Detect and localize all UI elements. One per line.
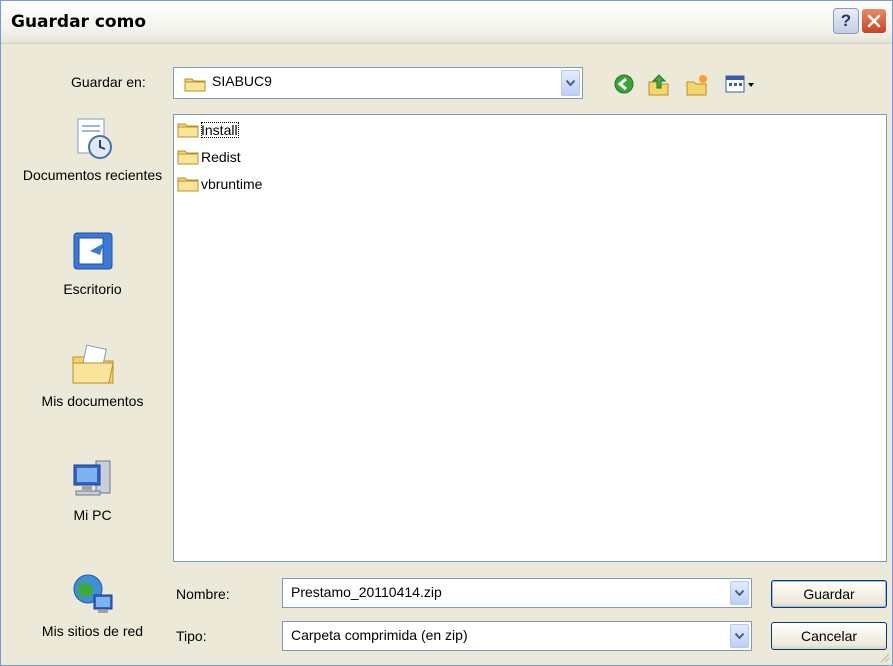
view-menu-icon[interactable] <box>725 73 757 95</box>
folder-icon <box>177 177 199 192</box>
folder-icon <box>177 123 199 138</box>
file-name: Install <box>201 122 239 138</box>
place-label: Escritorio <box>63 281 122 297</box>
chevron-down-icon <box>735 590 744 596</box>
file-name-dropdown-button[interactable] <box>730 581 749 605</box>
save-in-dropdown-button[interactable] <box>561 70 580 96</box>
folder-icon <box>184 78 206 92</box>
desktop-icon <box>73 232 112 270</box>
place-label: Mis sitios de red <box>41 623 144 639</box>
list-item[interactable]: Redist <box>177 147 241 167</box>
place-desktop[interactable]: Escritorio <box>20 229 165 299</box>
file-name-input[interactable]: Prestamo_20110414.zip <box>282 578 752 608</box>
file-type-dropdown-button[interactable] <box>730 624 749 648</box>
network-places-icon <box>73 574 112 613</box>
new-folder-icon[interactable] <box>685 73 709 97</box>
up-folder-icon[interactable] <box>647 73 671 97</box>
list-item[interactable]: Install <box>177 120 239 140</box>
file-name-label: Nombre: <box>176 586 230 602</box>
dialog-title: Guardar como <box>11 12 147 32</box>
my-computer-icon <box>73 460 110 496</box>
file-name: vbruntime <box>201 176 263 192</box>
place-my-documents[interactable]: Mis documentos <box>20 341 165 411</box>
help-button[interactable]: ? <box>833 8 859 34</box>
back-arrow-icon[interactable] <box>613 73 635 95</box>
save-button[interactable]: Guardar <box>771 580 887 608</box>
chevron-down-icon <box>735 633 744 639</box>
resize-grip-icon[interactable] <box>880 653 890 663</box>
places-bar: Documentos recientes Escritorio Mis docu… <box>20 115 165 655</box>
place-label: Mi PC <box>73 507 112 523</box>
cancel-button[interactable]: Cancelar <box>771 622 887 650</box>
place-my-computer[interactable]: Mi PC <box>20 455 165 525</box>
place-recent-documents[interactable]: Documentos recientes <box>20 115 165 185</box>
save-in-label: Guardar en: <box>71 74 146 90</box>
file-name: Redist <box>201 149 241 165</box>
file-type-label: Tipo: <box>176 628 207 644</box>
file-type-value: Carpeta comprimida (en zip) <box>291 627 468 643</box>
file-type-dropdown[interactable]: Carpeta comprimida (en zip) <box>282 621 752 651</box>
save-as-dialog: Guardar como ? Guardar en: SIABUC9 Docum… <box>0 0 893 666</box>
question-mark-icon: ? <box>840 11 852 30</box>
my-documents-icon <box>72 344 114 384</box>
file-list[interactable]: Install Redist vbruntime <box>173 114 887 562</box>
title-bar: Guardar como ? <box>1 1 892 44</box>
place-label: Mis documentos <box>41 393 144 409</box>
file-name-value: Prestamo_20110414.zip <box>291 584 442 600</box>
place-network[interactable]: Mis sitios de red <box>20 571 165 641</box>
list-item[interactable]: vbruntime <box>177 174 262 194</box>
recent-documents-icon <box>77 118 112 159</box>
close-icon <box>867 14 881 28</box>
close-button[interactable] <box>861 8 887 34</box>
save-in-value: SIABUC9 <box>212 73 272 89</box>
place-label: Documentos recientes <box>22 167 163 183</box>
chevron-down-icon <box>566 80 575 86</box>
folder-icon <box>177 150 199 165</box>
save-in-dropdown[interactable]: SIABUC9 <box>173 67 583 99</box>
